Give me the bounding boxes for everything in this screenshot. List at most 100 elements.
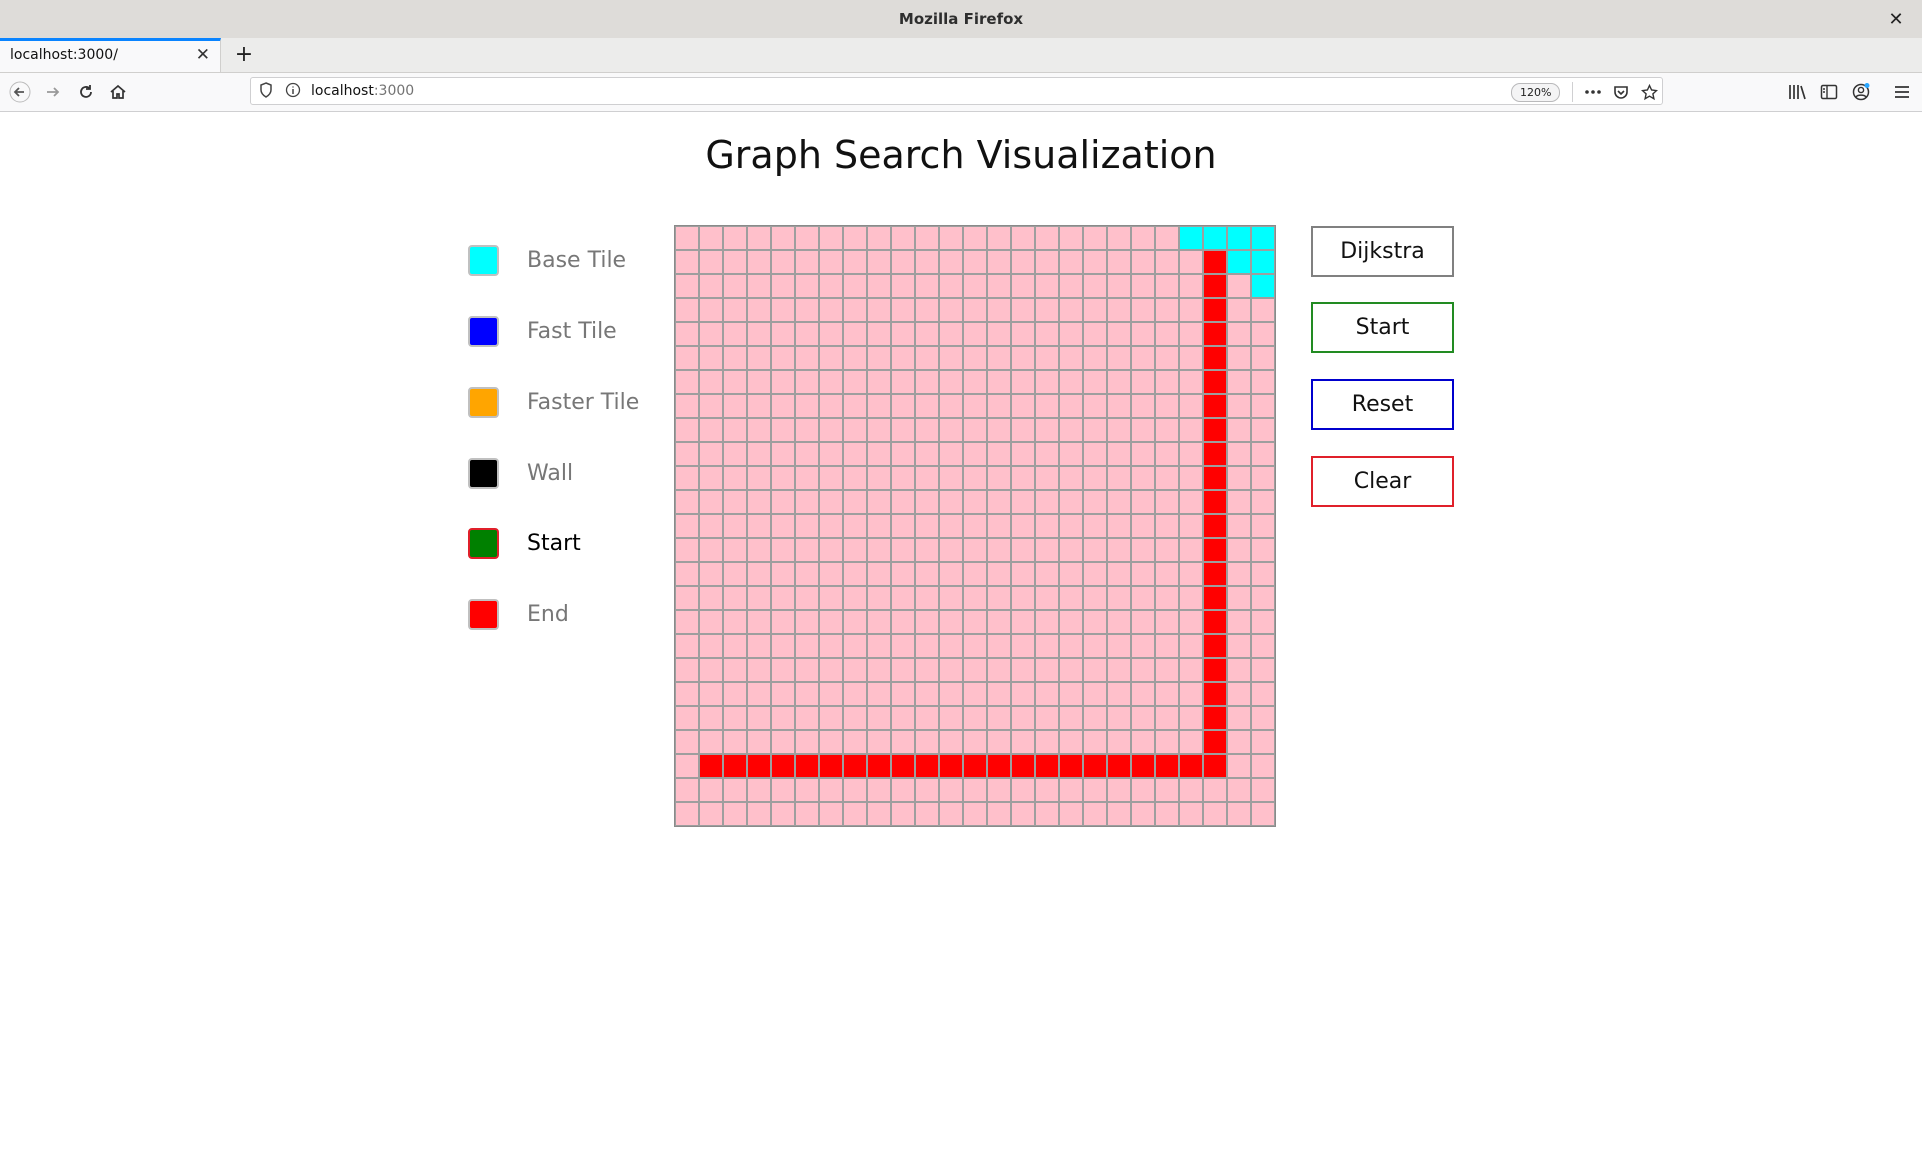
grid-cell[interactable] (940, 323, 962, 345)
grid-cell[interactable] (868, 419, 890, 441)
grid-cell[interactable] (1084, 659, 1106, 681)
grid-cell[interactable] (1204, 803, 1226, 825)
window-close-icon[interactable]: ✕ (1884, 7, 1908, 31)
grid-cell[interactable] (868, 803, 890, 825)
grid-cell[interactable] (1156, 803, 1178, 825)
tab-close-icon[interactable]: ✕ (196, 45, 210, 65)
grid-cell[interactable] (796, 587, 818, 609)
grid-cell[interactable] (988, 755, 1010, 777)
grid-cell[interactable] (772, 683, 794, 705)
grid-cell[interactable] (1204, 443, 1226, 465)
grid-cell[interactable] (1108, 635, 1130, 657)
grid-cell[interactable] (1060, 563, 1082, 585)
grid-cell[interactable] (964, 419, 986, 441)
grid-cell[interactable] (1108, 347, 1130, 369)
grid-cell[interactable] (844, 683, 866, 705)
grid-cell[interactable] (964, 395, 986, 417)
grid-cell[interactable] (676, 251, 698, 273)
grid-cell[interactable] (940, 635, 962, 657)
grid-cell[interactable] (1180, 659, 1202, 681)
grid-cell[interactable] (1228, 491, 1250, 513)
grid-cell[interactable] (1012, 299, 1034, 321)
grid-cell[interactable] (868, 587, 890, 609)
grid-cell[interactable] (1204, 731, 1226, 753)
grid-cell[interactable] (1084, 419, 1106, 441)
grid-cell[interactable] (772, 707, 794, 729)
grid-cell[interactable] (1228, 299, 1250, 321)
grid-cell[interactable] (868, 491, 890, 513)
grid-cell[interactable] (796, 731, 818, 753)
grid-cell[interactable] (940, 299, 962, 321)
grid-cell[interactable] (772, 731, 794, 753)
grid-cell[interactable] (1012, 371, 1034, 393)
grid-cell[interactable] (988, 707, 1010, 729)
grid-cell[interactable] (1132, 491, 1154, 513)
grid-cell[interactable] (988, 539, 1010, 561)
grid-cell[interactable] (1012, 755, 1034, 777)
grid-cell[interactable] (820, 443, 842, 465)
grid-cell[interactable] (964, 491, 986, 513)
grid-cell[interactable] (820, 467, 842, 489)
grid-cell[interactable] (1036, 227, 1058, 249)
grid-cell[interactable] (916, 467, 938, 489)
grid-cell[interactable] (868, 227, 890, 249)
grid-cell[interactable] (772, 611, 794, 633)
grid-cell[interactable] (700, 755, 722, 777)
grid-cell[interactable] (724, 515, 746, 537)
grid-cell[interactable] (844, 467, 866, 489)
grid-cell[interactable] (964, 539, 986, 561)
grid-cell[interactable] (748, 419, 770, 441)
grid-cell[interactable] (1204, 515, 1226, 537)
grid-cell[interactable] (940, 539, 962, 561)
grid-cell[interactable] (820, 779, 842, 801)
grid-cell[interactable] (1036, 275, 1058, 297)
grid-cell[interactable] (700, 611, 722, 633)
grid-cell[interactable] (1036, 419, 1058, 441)
grid-cell[interactable] (1012, 419, 1034, 441)
grid-cell[interactable] (1012, 275, 1034, 297)
grid-cell[interactable] (1228, 227, 1250, 249)
grid-cell[interactable] (988, 419, 1010, 441)
grid-cell[interactable] (1036, 563, 1058, 585)
grid-cell[interactable] (1180, 371, 1202, 393)
grid-cell[interactable] (1036, 515, 1058, 537)
grid-cell[interactable] (1156, 779, 1178, 801)
grid-cell[interactable] (892, 323, 914, 345)
legend-swatch[interactable] (468, 245, 499, 276)
shield-icon[interactable] (259, 82, 273, 102)
grid-cell[interactable] (964, 779, 986, 801)
grid-cell[interactable] (1132, 755, 1154, 777)
grid-cell[interactable] (820, 635, 842, 657)
grid-cell[interactable] (676, 323, 698, 345)
grid-cell[interactable] (1084, 371, 1106, 393)
grid-cell[interactable] (1060, 491, 1082, 513)
grid-cell[interactable] (1108, 395, 1130, 417)
grid-cell[interactable] (724, 803, 746, 825)
grid-cell[interactable] (820, 323, 842, 345)
grid-cell[interactable] (1108, 443, 1130, 465)
grid-cell[interactable] (820, 659, 842, 681)
grid-cell[interactable] (988, 347, 1010, 369)
grid-cell[interactable] (964, 587, 986, 609)
grid-cell[interactable] (1252, 659, 1274, 681)
grid-cell[interactable] (700, 299, 722, 321)
grid-cell[interactable] (820, 539, 842, 561)
grid-cell[interactable] (676, 491, 698, 513)
grid-cell[interactable] (748, 659, 770, 681)
grid-cell[interactable] (868, 371, 890, 393)
grid-cell[interactable] (892, 731, 914, 753)
grid-cell[interactable] (1108, 611, 1130, 633)
grid-cell[interactable] (700, 803, 722, 825)
grid-cell[interactable] (892, 227, 914, 249)
grid-cell[interactable] (844, 587, 866, 609)
grid-cell[interactable] (1180, 731, 1202, 753)
grid-cell[interactable] (724, 731, 746, 753)
grid-cell[interactable] (700, 635, 722, 657)
grid-cell[interactable] (868, 323, 890, 345)
grid-cell[interactable] (700, 371, 722, 393)
grid-cell[interactable] (988, 251, 1010, 273)
grid-cell[interactable] (940, 659, 962, 681)
grid-cell[interactable] (1228, 347, 1250, 369)
grid-cell[interactable] (1156, 227, 1178, 249)
grid-cell[interactable] (964, 635, 986, 657)
